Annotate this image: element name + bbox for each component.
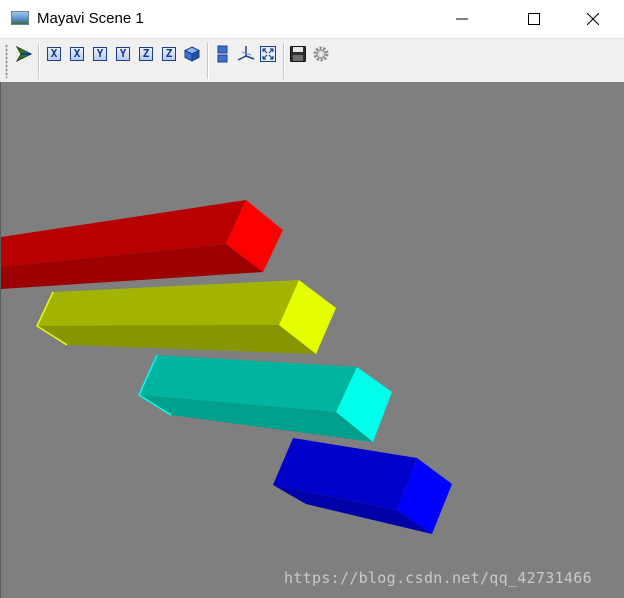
save-button[interactable] — [288, 44, 308, 64]
toolbar-separator — [38, 43, 40, 79]
view-y-positive-button[interactable]: Y — [93, 47, 107, 61]
minimize-icon — [456, 18, 468, 20]
scene-canvas — [1, 200, 452, 534]
maximize-icon — [528, 13, 540, 25]
scene-toolbar: X X Y Y Z Z — [0, 38, 624, 82]
title-bar[interactable]: Mayavi Scene 1 — [0, 0, 624, 38]
configure-scene-icon — [313, 46, 329, 62]
cyan-bar — [138, 354, 392, 442]
save-icon — [290, 46, 306, 62]
isometric-view-icon — [183, 46, 201, 62]
configure-scene-button[interactable] — [311, 44, 331, 64]
toolbar-separator — [207, 43, 209, 79]
mayavi-pipeline-button[interactable] — [14, 44, 34, 64]
toolbar-grip[interactable] — [5, 44, 8, 78]
mayavi-pipeline-icon — [15, 45, 33, 63]
view-x-negative-button[interactable]: X — [70, 47, 84, 61]
yellow-bar — [36, 280, 336, 354]
blue-bar — [273, 438, 452, 534]
minimize-button[interactable] — [439, 0, 485, 38]
render-scene[interactable]: https://blog.csdn.net/qq_42731466 — [0, 82, 624, 598]
mayavi-window: Mayavi Scene 1 X X Y Y Z Z https://blog.… — [0, 0, 624, 598]
view-y-negative-button[interactable]: Y — [116, 47, 130, 61]
close-icon — [587, 13, 599, 25]
toggle-parallel-projection-icon — [217, 45, 228, 63]
full-screen-icon — [260, 46, 276, 62]
app-icon — [11, 11, 29, 25]
toggle-parallel-projection-button[interactable] — [213, 44, 233, 64]
window-title: Mayavi Scene 1 — [37, 10, 144, 27]
view-z-positive-button[interactable]: Z — [139, 47, 153, 61]
red-bar — [1, 200, 283, 289]
blue-bar-top — [273, 438, 417, 510]
toggle-axes-icon — [237, 46, 255, 61]
full-screen-button[interactable] — [258, 44, 278, 64]
view-x-positive-button[interactable]: X — [47, 47, 61, 61]
toggle-axes-button[interactable] — [236, 44, 256, 64]
maximize-button[interactable] — [511, 0, 557, 38]
watermark: https://blog.csdn.net/qq_42731466 — [284, 569, 592, 587]
isometric-view-button[interactable] — [182, 44, 202, 64]
close-button[interactable] — [570, 0, 616, 38]
toolbar-separator — [283, 43, 285, 79]
view-z-negative-button[interactable]: Z — [162, 47, 176, 61]
yellow-bar-side — [37, 325, 316, 354]
yellow-bar-top — [37, 280, 299, 326]
